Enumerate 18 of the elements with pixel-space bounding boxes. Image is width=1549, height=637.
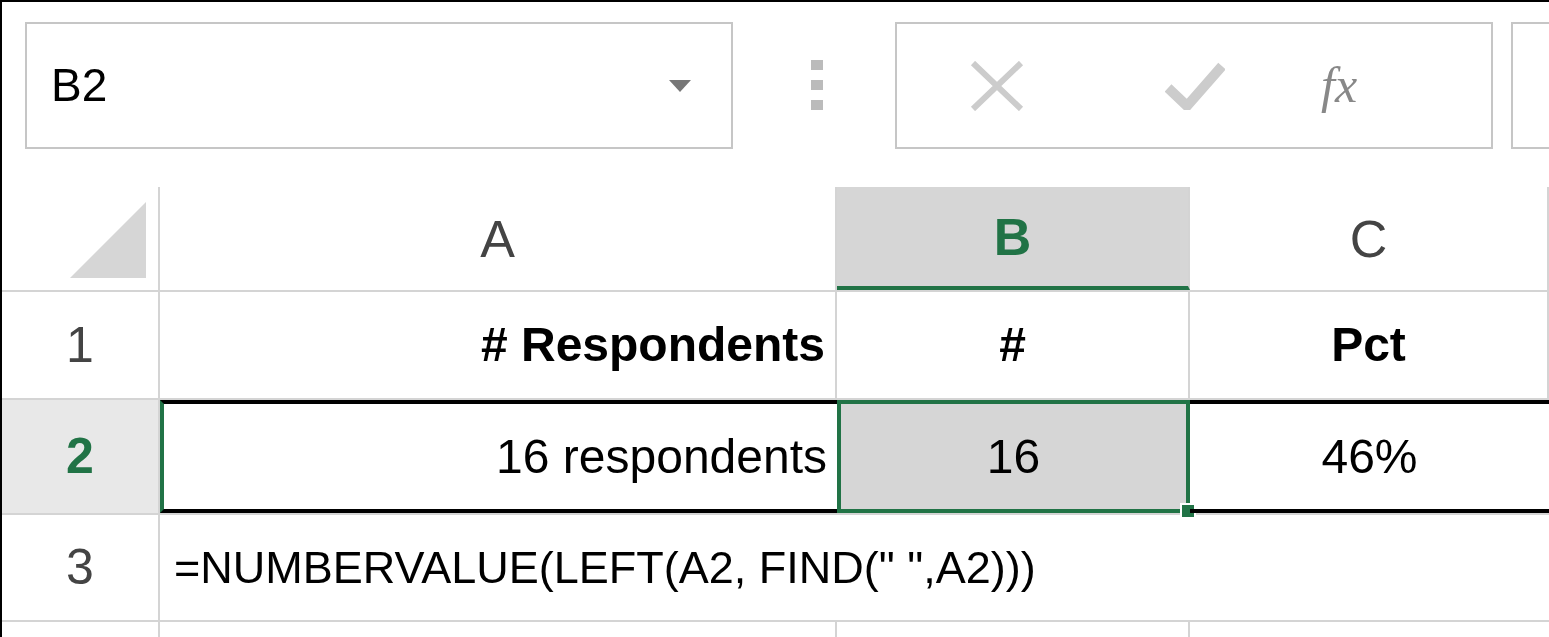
cell-reference: B2: [51, 58, 108, 113]
fill-handle[interactable]: [1180, 503, 1196, 519]
row-header[interactable]: 2: [2, 400, 160, 513]
name-box[interactable]: B2: [25, 22, 733, 149]
table-cell: 46%: [1190, 400, 1549, 513]
column-header[interactable]: B: [837, 187, 1190, 290]
cancel-icon[interactable]: [969, 60, 1025, 111]
column-title: #: [837, 292, 1190, 398]
dropdown-caret-icon[interactable]: [669, 79, 691, 92]
function-label[interactable]: fx: [1321, 48, 1358, 123]
formula-field[interactable]: [1511, 22, 1549, 149]
formula-text: =NUMBERVALUE(LEFT(A2, FIND(" ",A2))): [174, 540, 1036, 595]
drag-handle-icon: [811, 60, 823, 110]
column-title: Pct: [1190, 292, 1549, 398]
check-icon[interactable]: [1165, 61, 1225, 110]
corner-triangle-icon: [70, 202, 146, 278]
column-title: # Respondents: [160, 292, 837, 398]
table-cell: 16 respondents: [160, 400, 837, 513]
